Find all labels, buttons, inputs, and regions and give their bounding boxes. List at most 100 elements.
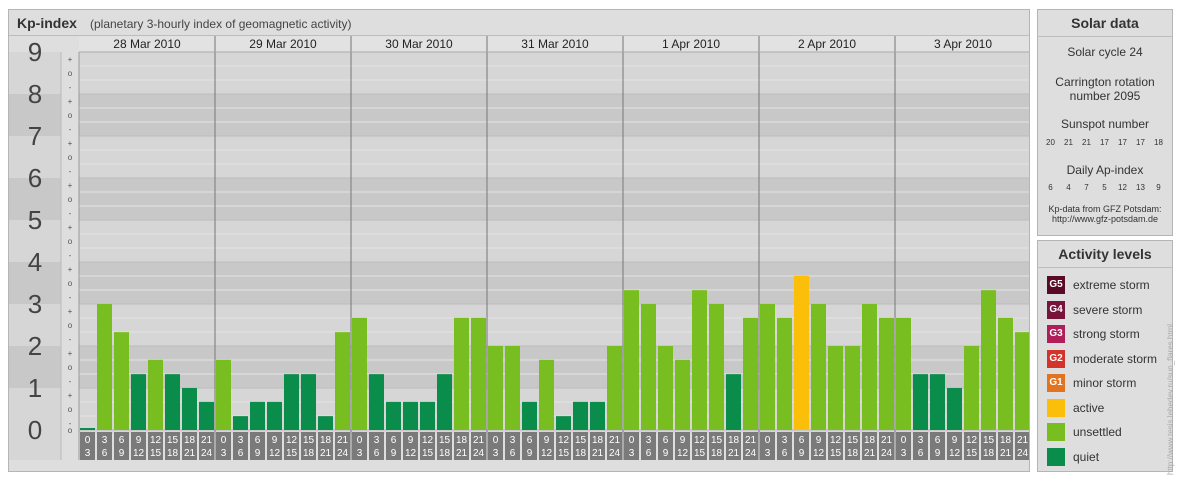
kp-bar xyxy=(794,275,809,430)
kp-bar xyxy=(760,304,775,430)
sunspot-value: 17 xyxy=(1118,138,1127,147)
ap-value: 9 xyxy=(1156,183,1161,192)
legend-swatch: G1 xyxy=(1047,374,1065,392)
hour-label-start: 18 xyxy=(592,435,604,446)
y-tick-label: 3 xyxy=(28,289,42,319)
minor-tick-label: o xyxy=(68,405,73,414)
hour-label-end: 12 xyxy=(541,448,553,459)
hour-label-start: 9 xyxy=(136,435,142,446)
hour-label-start: 3 xyxy=(102,435,108,446)
hour-label-start: 18 xyxy=(864,435,876,446)
y-tick-label: 6 xyxy=(28,163,42,193)
hour-label-end: 3 xyxy=(357,448,363,459)
hour-label-end: 6 xyxy=(238,448,244,459)
kp-bar xyxy=(199,401,214,430)
hour-label-end: 12 xyxy=(813,448,825,459)
hour-label-end: 6 xyxy=(510,448,516,459)
minor-tick-label: + xyxy=(68,139,73,148)
hour-label-end: 15 xyxy=(830,448,842,459)
kp-bar xyxy=(896,317,911,430)
hour-label-start: 18 xyxy=(184,435,196,446)
kp-bar xyxy=(879,317,894,430)
kp-bar-chart: 0123456789+o-+o-+o-+o-+o-+o-+o-+o-+o-o28… xyxy=(9,36,1029,460)
legend-swatch: G5 xyxy=(1047,276,1065,294)
legend-label: quiet xyxy=(1073,449,1100,464)
hour-label-start: 6 xyxy=(935,435,941,446)
minor-tick-label: - xyxy=(69,377,72,386)
hour-label-start: 6 xyxy=(119,435,125,446)
kp-bar xyxy=(471,317,486,430)
hour-label-end: 18 xyxy=(983,448,995,459)
hour-label-start: 12 xyxy=(558,435,570,446)
hour-label-start: 15 xyxy=(847,435,859,446)
hour-label-end: 18 xyxy=(711,448,723,459)
hour-label-end: 21 xyxy=(728,448,740,459)
hour-label-end: 12 xyxy=(133,448,145,459)
hour-label-end: 6 xyxy=(646,448,652,459)
y-tick-label: 4 xyxy=(28,247,42,277)
hour-label-start: 15 xyxy=(303,435,315,446)
hour-label-start: 21 xyxy=(201,435,213,446)
carrington-line2: number 2095 xyxy=(1069,89,1141,103)
hour-label-end: 15 xyxy=(966,448,978,459)
hour-label-end: 24 xyxy=(473,448,485,459)
hour-label-end: 21 xyxy=(184,448,196,459)
hour-label-start: 3 xyxy=(646,435,652,446)
kp-bar xyxy=(165,374,180,430)
hour-label-end: 24 xyxy=(745,448,757,459)
kp-bar xyxy=(1015,332,1029,430)
kp-bar xyxy=(573,401,588,430)
kp-bar xyxy=(624,290,639,430)
hour-label-end: 18 xyxy=(575,448,587,459)
minor-tick-label: - xyxy=(69,293,72,302)
kp-band xyxy=(79,136,1029,178)
source-link[interactable]: http://www.gfz-potsdam.de xyxy=(1038,214,1172,224)
kp-bar xyxy=(675,359,690,430)
minor-tick-label: + xyxy=(68,55,73,64)
ap-value: 6 xyxy=(1048,183,1053,192)
minor-tick-label: o xyxy=(68,69,73,78)
kp-bar xyxy=(590,401,605,430)
hour-label-end: 6 xyxy=(918,448,924,459)
minor-tick-label: - xyxy=(69,335,72,344)
hour-label-start: 0 xyxy=(493,435,499,446)
sunspot-label: Sunspot number xyxy=(1060,117,1150,131)
y-tick-label: 0 xyxy=(28,415,42,445)
legend-swatch xyxy=(1047,398,1065,417)
legend-swatch xyxy=(1047,447,1065,466)
minor-tick-label: o xyxy=(68,111,73,120)
kp-bar xyxy=(148,359,163,430)
minor-tick-label: o xyxy=(68,426,73,435)
hour-label-end: 3 xyxy=(221,448,227,459)
kp-bar xyxy=(947,388,962,430)
hour-label-start: 18 xyxy=(728,435,740,446)
hour-label-end: 21 xyxy=(456,448,468,459)
kp-bar xyxy=(114,332,129,430)
hour-label-start: 6 xyxy=(527,435,533,446)
kp-bar xyxy=(726,374,741,430)
y-tick-label: 8 xyxy=(28,79,42,109)
day-label: 3 Apr 2010 xyxy=(934,37,992,51)
hour-label-end: 9 xyxy=(527,448,533,459)
kp-band xyxy=(79,94,1029,136)
kp-bar xyxy=(284,374,299,430)
kp-bar xyxy=(352,317,367,430)
kp-bar xyxy=(80,428,95,430)
solar-title-bar: Solar data xyxy=(1038,10,1172,37)
hour-label-start: 9 xyxy=(816,435,822,446)
hour-label-end: 6 xyxy=(102,448,108,459)
kp-bar xyxy=(250,401,265,430)
hour-label-start: 15 xyxy=(439,435,451,446)
hour-label-end: 21 xyxy=(320,448,332,459)
kp-index-panel: Kp-index (planetary 3-hourly index of ge… xyxy=(8,9,1030,472)
minor-tick-label: + xyxy=(68,307,73,316)
hour-label-end: 9 xyxy=(255,448,261,459)
hour-label-start: 21 xyxy=(609,435,621,446)
hour-label-start: 0 xyxy=(901,435,907,446)
hour-label-end: 6 xyxy=(782,448,788,459)
hour-label-start: 9 xyxy=(952,435,958,446)
legend-swatch xyxy=(1047,423,1065,441)
kp-bar xyxy=(301,374,316,430)
kp-band xyxy=(79,262,1029,304)
kp-band xyxy=(79,178,1029,220)
